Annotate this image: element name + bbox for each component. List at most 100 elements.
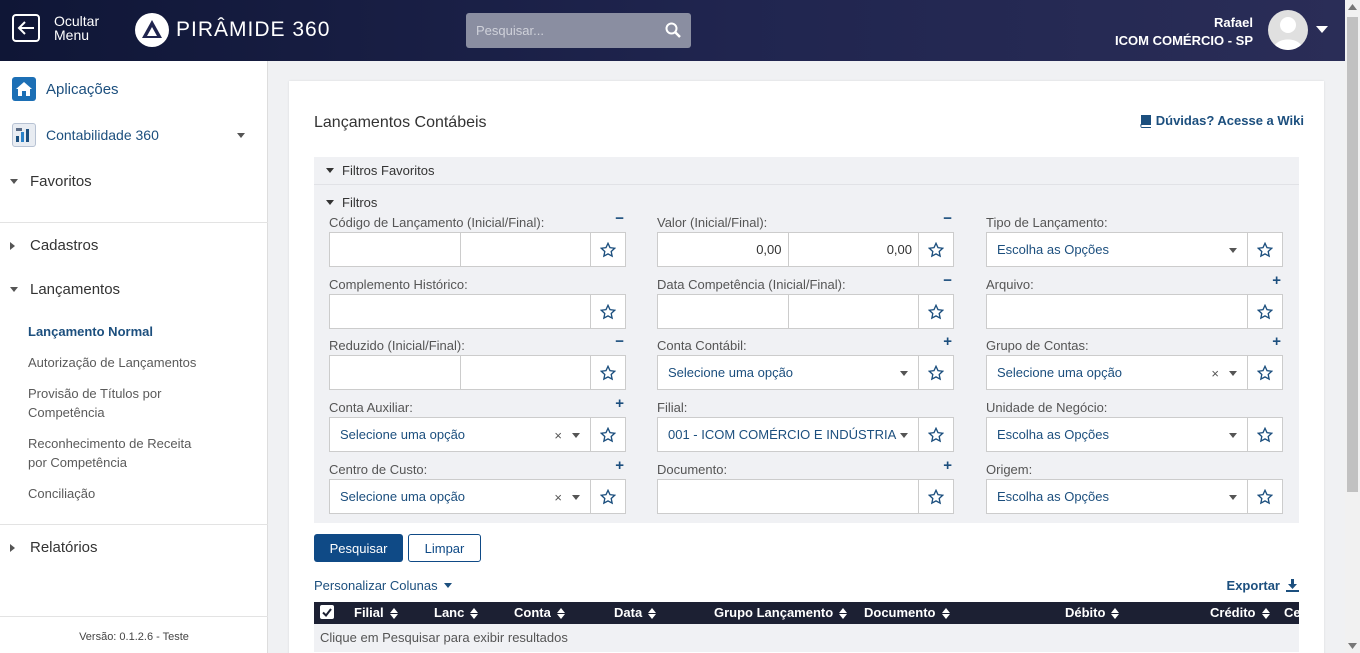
expand-toggle[interactable]: + [1272,272,1281,289]
sidebar-item-applications[interactable]: Aplicações [12,77,119,101]
customize-columns-dropdown[interactable]: Personalizar Colunas [314,578,452,593]
column-header[interactable]: Data [614,602,657,624]
favorite-filters-toggle[interactable]: Filtros Favoritos [314,157,1299,185]
select-value: Escolha as Opções [997,242,1110,257]
scroll-up-icon[interactable] [1348,4,1357,10]
sidebar-item-contabilidade[interactable]: Contabilidade 360 [12,123,245,147]
clear-icon[interactable]: × [554,428,562,443]
field-origem: Origem: Escolha as Opções [986,462,1283,514]
arquivo-input[interactable] [987,295,1248,328]
vertical-scrollbar[interactable] [1345,0,1360,653]
search-button[interactable]: Pesquisar [314,534,403,562]
conta-auxiliar-select[interactable]: Selecione uma opção × [330,418,591,451]
column-header[interactable]: Conta [514,602,565,624]
column-header[interactable]: Documento [864,602,950,624]
column-header[interactable]: Débito [1065,602,1120,624]
sidebar-section-cadastros[interactable]: Cadastros [10,237,98,254]
home-icon [12,77,36,101]
clear-button[interactable]: Limpar [408,534,481,562]
sidebar-item-autorizacao[interactable]: Autorização de Lançamentos [28,353,208,372]
collapse-toggle[interactable]: − [943,272,952,289]
export-button[interactable]: Exportar [1227,578,1299,593]
complemento-input[interactable] [330,295,591,328]
star-icon[interactable] [919,418,953,451]
star-icon[interactable] [1248,418,1282,451]
collapse-toggle[interactable]: − [943,210,952,227]
clear-icon[interactable]: × [1211,366,1219,381]
collapse-toggle[interactable]: − [615,210,624,227]
chevron-down-icon[interactable] [237,133,245,138]
sidebar-item-conciliacao[interactable]: Conciliação [28,484,208,503]
sidebar-section-favoritos[interactable]: Favoritos [10,173,92,190]
chevron-down-icon [572,495,580,500]
star-icon[interactable] [591,295,625,328]
star-icon[interactable] [919,356,953,389]
sidebar-section-lancamentos[interactable]: Lançamentos [10,281,120,298]
clear-icon[interactable]: × [554,490,562,505]
star-icon[interactable] [591,233,625,266]
chevron-down-icon[interactable] [1316,26,1328,34]
star-icon[interactable] [1248,233,1282,266]
filters-toggle[interactable]: Filtros [326,195,377,210]
codigo-final-input[interactable] [461,233,591,266]
expand-toggle[interactable]: + [615,395,624,412]
star-icon[interactable] [591,356,625,389]
reduzido-initial-input[interactable] [330,356,461,389]
filial-select[interactable]: 001 - ICOM COMÉRCIO E INDÚSTRIA [658,418,919,451]
centro-custo-select[interactable]: Selecione uma opção × [330,480,591,513]
select-all-checkbox[interactable] [320,605,334,619]
sidebar-module-label: Contabilidade 360 [46,127,159,143]
conta-contabil-select[interactable]: Selecione uma opção [658,356,919,389]
field-label: Centro de Custo: [329,462,428,477]
column-header-label: Filial [354,605,384,620]
origem-select[interactable]: Escolha as Opções [987,480,1248,513]
scrollbar-thumb[interactable] [1347,17,1358,492]
star-icon[interactable] [1248,295,1282,328]
sidebar-item-provisao[interactable]: Provisão de Títulos por Competência [28,384,208,422]
expand-toggle[interactable]: + [615,457,624,474]
wiki-link[interactable]: Dúvidas? Acesse a Wiki [1139,113,1304,128]
reduzido-final-input[interactable] [461,356,591,389]
column-header-label: Crédito [1210,605,1256,620]
avatar[interactable] [1268,10,1308,50]
sidebar-section-relatorios[interactable]: Relatórios [10,539,98,556]
sidebar-item-lancamento-normal[interactable]: Lançamento Normal [28,322,208,341]
star-icon[interactable] [919,295,953,328]
column-header-label: Ce [1284,605,1299,620]
column-header-label: Débito [1065,605,1106,620]
scroll-down-icon[interactable] [1348,643,1357,649]
column-header[interactable]: Crédito [1210,602,1270,624]
column-header[interactable]: Ce [1284,602,1299,624]
calculator-icon [12,123,36,147]
hide-menu-button[interactable]: Ocultar Menu [12,14,99,42]
documento-input[interactable] [658,480,919,513]
column-header[interactable]: Grupo Lançamento [714,602,848,624]
codigo-initial-input[interactable] [330,233,461,266]
data-initial-input[interactable] [658,295,789,328]
tipo-select[interactable]: Escolha as Opções [987,233,1248,266]
collapse-toggle[interactable]: − [615,333,624,350]
book-icon [1140,114,1151,128]
star-icon[interactable] [919,480,953,513]
search-icon[interactable] [665,22,681,38]
chevron-down-icon [1229,433,1237,438]
grupo-contas-select[interactable]: Selecione uma opção × [987,356,1248,389]
star-icon[interactable] [591,418,625,451]
star-icon[interactable] [919,233,953,266]
star-icon[interactable] [591,480,625,513]
star-icon[interactable] [1248,356,1282,389]
logo[interactable]: PIRÂMIDE 360 [134,12,330,48]
star-icon[interactable] [1248,480,1282,513]
data-final-input[interactable] [789,295,919,328]
valor-initial-input[interactable]: 0,00 [658,233,789,266]
column-header[interactable]: Filial [354,602,398,624]
column-header[interactable]: Lanc [434,602,479,624]
unidade-select[interactable]: Escolha as Opções [987,418,1248,451]
expand-toggle[interactable]: + [1272,333,1281,350]
wiki-link-label: Dúvidas? Acesse a Wiki [1155,113,1304,128]
expand-toggle[interactable]: + [943,333,952,350]
sidebar-item-reconhecimento[interactable]: Reconhecimento de Receita por Competênci… [28,434,208,472]
valor-final-input[interactable]: 0,00 [789,233,919,266]
expand-toggle[interactable]: + [943,457,952,474]
search-input[interactable] [466,23,656,38]
